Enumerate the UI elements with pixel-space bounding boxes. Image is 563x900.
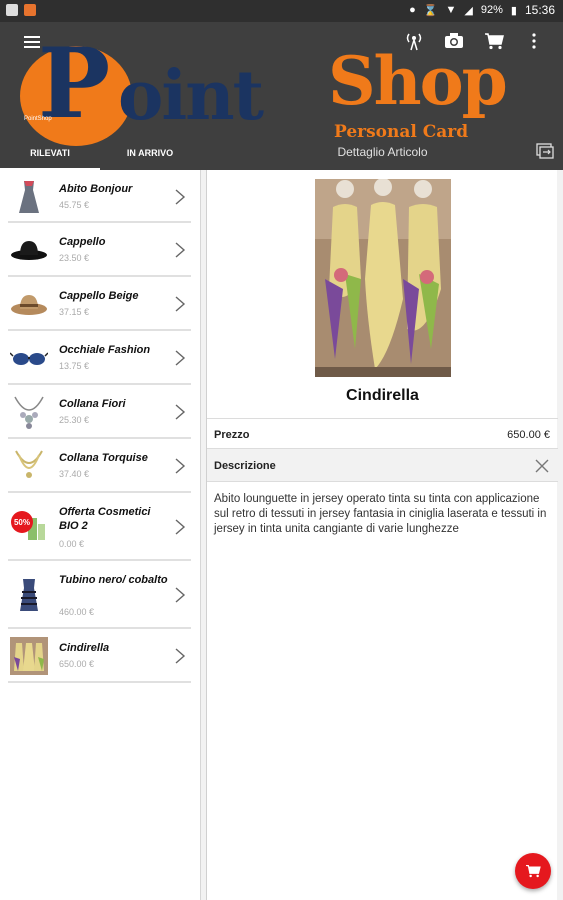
chevron-right-icon [173,585,187,605]
product-item-price: 460.00 € [59,607,95,617]
product-item-price: 13.75 € [59,361,90,371]
logo-tiny-text: PointShop [24,116,52,122]
list-item[interactable]: 50% Offerta Cosmetici BIO 2 0.00 € [8,493,191,561]
chevron-right-icon [173,517,187,537]
product-photo [315,179,451,377]
product-list: Abito Bonjour 45.75 € Cappello 23.50 € Cappe… [0,170,201,900]
list-item[interactable]: Collana Torquise 37.40 € [8,439,191,493]
product-item-name: Tubino nero/ cobalto [59,574,168,586]
chevron-right-icon [173,187,187,207]
dress-gown-icon [10,637,48,675]
product-item-price: 37.40 € [59,469,90,479]
logo-text-oint: oint [118,56,264,136]
chevron-right-icon [173,294,187,314]
camera-icon[interactable] [443,30,465,52]
cart-fab-icon [526,864,541,878]
chevron-right-icon [173,646,187,666]
dress-icon [10,178,48,216]
hat-icon [10,231,48,269]
wifi-icon: ▼ [445,4,457,16]
notification-icon [6,4,18,16]
tab-rilevati[interactable]: RILEVATI [0,140,100,170]
chevron-right-icon [173,240,187,260]
list-item[interactable]: Cindirella 650.00 € [8,629,191,683]
clock: 15:36 [524,3,555,17]
product-name: Cindirella [346,387,419,404]
app-notification-icon [24,4,36,16]
card-swap-icon[interactable] [535,141,555,161]
list-item[interactable]: Cappello Beige 37.15 € [8,277,191,331]
beige-hat-icon [10,285,48,323]
price-value: 650.00 € [507,429,550,441]
necklace-icon [10,393,48,431]
product-item-price: 25.30 € [59,415,90,425]
product-item-price: 45.75 € [59,200,90,210]
tab-in-arrivo[interactable]: IN ARRIVO [100,140,200,170]
list-item[interactable]: Tubino nero/ cobalto 460.00 € [8,561,191,629]
product-item-name: Cappello Beige [59,290,139,302]
logo-subtitle: Personal Card [334,122,469,142]
list-item[interactable]: Occhiale Fashion 13.75 € [8,331,191,385]
detail-panel: Cindirella Prezzo 650.00 € Descrizione A… [206,170,558,900]
price-row: Prezzo 650.00 € [207,418,558,448]
signal-icon: ◢ [464,4,473,17]
cart-icon[interactable] [483,30,505,52]
list-item[interactable]: Abito Bonjour 45.75 € [8,170,191,223]
necklace-gold-icon [10,447,48,485]
more-vert-icon[interactable] [523,30,545,52]
pointshop-logo: P oint Shop Personal Card PointShop [20,36,540,150]
battery-icon: ▮ [510,4,517,17]
product-item-name: Offerta Cosmetici BIO 2 [59,506,151,532]
list-item[interactable]: Cappello 23.50 € [8,223,191,277]
chevron-right-icon [173,456,187,476]
price-label: Prezzo [214,429,250,441]
product-item-name: Occhiale Fashion [59,344,151,356]
chevron-right-icon [173,348,187,368]
product-item-price: 0.00 € [59,539,85,549]
description-header[interactable]: Descrizione [207,448,558,482]
bluetooth-icon: ⌛ [423,4,438,17]
product-item-name: Collana Torquise [59,452,148,464]
product-item-name: Abito Bonjour [59,183,133,195]
product-item-name: Cappello [59,236,106,248]
list-item[interactable]: Collana Fiori 25.30 € [8,385,191,439]
product-item-price: 650.00 € [59,659,95,669]
cart-fab-button[interactable] [515,853,551,889]
svg-text:50%: 50% [14,518,30,527]
product-item-price: 37.15 € [59,307,90,317]
dress-striped-icon [10,576,48,614]
glasses-icon [9,339,49,377]
location-icon: ● [409,4,416,16]
description-label: Descrizione [214,460,276,472]
tab-bar: RILEVATI IN ARRIVO [0,140,200,170]
cosmetics-offer-icon: 50% [10,508,48,546]
nfc-icon[interactable] [403,30,425,52]
close-icon[interactable] [534,458,550,474]
product-item-price: 23.50 € [59,253,90,263]
product-item-name: Collana Fiori [59,398,126,410]
detail-title: Dettaglio Articolo [337,145,428,159]
battery-level: 92% [480,4,503,16]
product-item-name: Cindirella [59,642,110,654]
logo-text-shop: Shop [328,42,508,120]
chevron-right-icon [173,402,187,422]
status-bar: ● ⌛ ▼ ◢ 92% ▮ 15:36 [0,0,563,22]
description-text: Abito lounguette in jersey operato tinta… [214,493,547,535]
